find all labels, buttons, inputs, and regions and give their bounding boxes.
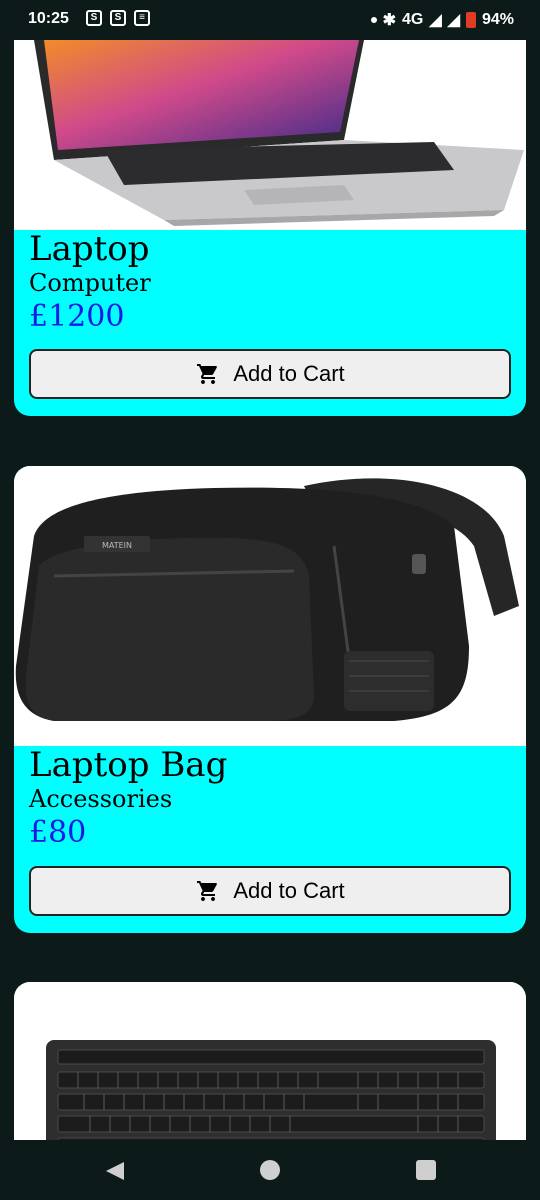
- product-name: Laptop: [29, 229, 150, 269]
- system-nav-bar: [0, 1140, 540, 1200]
- laptop-image: [14, 40, 526, 230]
- product-card: [14, 982, 526, 1140]
- product-price: £1200: [29, 299, 125, 334]
- notification-dot-icon: [370, 17, 377, 23]
- add-to-cart-label: Add to Cart: [233, 878, 345, 903]
- notification-app-icon: S: [86, 10, 102, 26]
- status-bar: 10:25 S S ≡ ✱ 4G ◢ ◢ 94%: [0, 0, 540, 40]
- product-list[interactable]: Laptop Computer £1200 Add to Cart MATEIN…: [0, 40, 540, 1140]
- shopping-cart-icon: [197, 364, 218, 384]
- product-card: Laptop Computer £1200 Add to Cart: [14, 40, 526, 416]
- status-time: 10:25: [28, 10, 69, 27]
- notification-icons: S S ≡: [86, 10, 150, 26]
- add-to-cart-button[interactable]: Add to Cart: [29, 866, 511, 916]
- status-right: ✱ 4G ◢ ◢ 94%: [370, 10, 514, 30]
- product-card: MATEIN Laptop Bag Accessories £80 Add to…: [14, 466, 526, 933]
- network-type: 4G: [402, 11, 424, 28]
- add-to-cart-label: Add to Cart: [233, 361, 345, 386]
- product-name: Laptop Bag: [29, 745, 228, 785]
- signal-icon: ◢: [447, 12, 460, 29]
- bluetooth-icon: ✱: [382, 12, 396, 29]
- shopping-cart-icon: [197, 881, 218, 901]
- recent-apps-icon[interactable]: [416, 1160, 436, 1180]
- notification-app-icon: S: [110, 10, 126, 26]
- product-price: £80: [29, 815, 87, 850]
- storage-icon: ≡: [134, 10, 150, 26]
- battery-icon: [465, 12, 476, 28]
- product-category: Computer: [29, 269, 151, 297]
- back-icon[interactable]: [104, 1160, 126, 1182]
- keyboard-image: [14, 982, 526, 1140]
- battery-percent: 94%: [481, 11, 514, 28]
- product-category: Accessories: [29, 785, 173, 813]
- backpack-image: MATEIN: [14, 466, 526, 746]
- add-to-cart-button[interactable]: Add to Cart: [29, 349, 511, 399]
- svg-text:MATEIN: MATEIN: [102, 541, 132, 550]
- signal-icon: ◢: [429, 12, 442, 29]
- home-icon[interactable]: [260, 1160, 280, 1180]
